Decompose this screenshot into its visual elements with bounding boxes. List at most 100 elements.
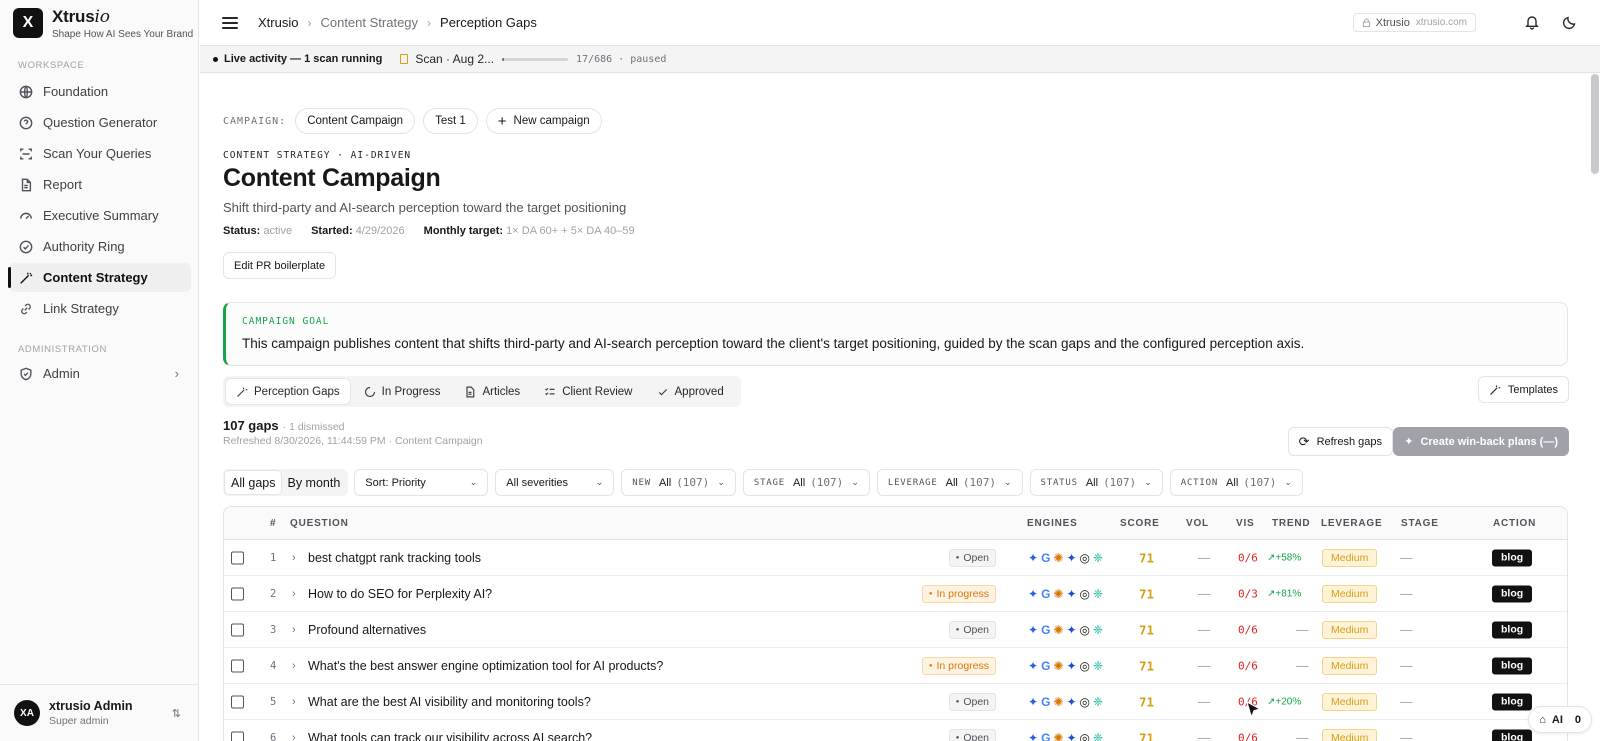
row-action-badge[interactable]: blog [1492, 549, 1533, 566]
gaps-count: 107 gaps · 1 dismissed [223, 418, 345, 433]
row-action-badge[interactable]: blog [1492, 693, 1533, 710]
edit-pr-boilerplate-button[interactable]: Edit PR boilerplate [223, 252, 337, 279]
row-checkbox[interactable] [231, 695, 244, 708]
campaign-pill-content-campaign[interactable]: Content Campaign [295, 108, 416, 134]
tab-articles[interactable]: Articles [454, 379, 530, 404]
sidebar-item-foundation[interactable]: Foundation [9, 77, 191, 106]
sidebar-item-question-generator[interactable]: Question Generator [9, 108, 191, 137]
refresh-gaps-label: Refresh gaps [1316, 435, 1382, 448]
col-header[interactable]: SCORE [1120, 518, 1160, 529]
new-campaign-button[interactable]: + New campaign [485, 108, 602, 134]
claude-icon: ✺ [1053, 622, 1064, 637]
stage-filter-select[interactable]: STAGE All (107) ⌄ [742, 469, 870, 496]
table-row[interactable]: 6 › What tools can track our visibility … [224, 720, 1567, 741]
row-checkbox[interactable] [231, 587, 244, 600]
col-header[interactable]: QUESTION [290, 518, 349, 529]
openai-icon: ◎ [1079, 694, 1091, 709]
menu-icon[interactable] [222, 16, 238, 29]
col-header[interactable]: VIS [1236, 518, 1255, 529]
bot-icon: ⌂ [1539, 713, 1546, 726]
col-header: ENGINES [1027, 518, 1078, 529]
col-header[interactable]: ACTION [1493, 518, 1536, 529]
severity-select[interactable]: All severities ⌄ [495, 469, 615, 496]
col-header[interactable]: STAGE [1401, 518, 1439, 529]
row-action-badge[interactable]: blog [1492, 657, 1533, 674]
row-checkbox[interactable] [231, 659, 244, 672]
row-action-badge[interactable]: blog [1492, 621, 1533, 638]
lock-icon [1362, 18, 1370, 27]
sidebar-item-label: Report [43, 177, 83, 192]
col-header[interactable]: VOL [1186, 518, 1209, 529]
sidebar-item-scan-queries[interactable]: Scan Your Queries [9, 139, 191, 168]
sidebar-item-authority-ring[interactable]: Authority Ring [9, 232, 191, 261]
expand-chevron-icon[interactable]: › [292, 588, 296, 600]
expand-chevron-icon[interactable]: › [292, 696, 296, 708]
table-row[interactable]: 4 › What's the best answer engine optimi… [224, 648, 1567, 684]
campaign-goal-label: CAMPAIGN GOAL [242, 316, 330, 327]
status-filter-select[interactable]: STATUS All (107) ⌄ [1029, 469, 1163, 496]
row-question[interactable]: What's the best answer engine optimizati… [308, 659, 663, 673]
row-checkbox[interactable] [231, 731, 244, 741]
scan-progress[interactable]: Scan · Aug 2... 17/686 · paused [400, 52, 666, 66]
row-action-badge[interactable]: blog [1492, 585, 1533, 602]
sort-select[interactable]: Sort: Priority ⌄ [354, 469, 489, 496]
gaps-refreshed: Refreshed 8/30/2026, 11:44:59 PM · Conte… [223, 435, 483, 447]
tab-client-review[interactable]: Client Review [534, 379, 642, 404]
bell-icon[interactable] [1524, 14, 1540, 30]
breadcrumb-item[interactable]: Xtrusio [258, 15, 298, 30]
new-filter-select[interactable]: NEW All (107) ⌄ [621, 469, 736, 496]
row-question[interactable]: Profound alternatives [308, 623, 426, 637]
col-header[interactable]: TREND [1272, 518, 1310, 529]
row-question[interactable]: How to do SEO for Perplexity AI? [308, 587, 492, 601]
row-visibility: 0/6 [1238, 731, 1258, 741]
expand-chevron-icon[interactable]: › [292, 660, 296, 672]
campaign-pill-test-1[interactable]: Test 1 [423, 108, 478, 134]
row-status-badge: Open [948, 620, 996, 639]
row-checkbox[interactable] [231, 551, 244, 564]
table-row[interactable]: 2 › How to do SEO for Perplexity AI? In … [224, 576, 1567, 612]
create-winback-plans-button[interactable]: ✦ Create win-back plans (—) [1393, 427, 1569, 456]
user-menu[interactable]: XA xtrusio Admin Super admin ⇅ [0, 684, 199, 741]
sidebar-item-content-strategy[interactable]: Content Strategy [8, 263, 191, 292]
google-icon: G [1041, 586, 1051, 601]
table-row[interactable]: 5 › What are the best AI visibility and … [224, 684, 1567, 720]
leverage-filter-select[interactable]: LEVERAGE All (107) ⌄ [876, 469, 1023, 496]
row-question[interactable]: best chatgpt rank tracking tools [308, 551, 481, 565]
sidebar-item-link-strategy[interactable]: Link Strategy [9, 294, 191, 323]
new-campaign-label: New campaign [513, 115, 590, 127]
chevron-down-icon: ⌄ [1284, 477, 1292, 487]
ai-assistant-button[interactable]: ⌂ AI 0 [1528, 706, 1592, 733]
expand-chevron-icon[interactable]: › [292, 732, 296, 741]
col-header[interactable]: LEVERAGE [1321, 518, 1382, 529]
tab-approved[interactable]: Approved [647, 379, 734, 404]
row-question[interactable]: What tools can track our visibility acro… [308, 731, 592, 741]
tab-in-progress[interactable]: In Progress [354, 379, 451, 404]
brand[interactable]: X Xtrusio Shape How AI Sees Your Brand [13, 8, 193, 40]
expand-chevron-icon[interactable]: › [292, 624, 296, 636]
sidebar-item-admin[interactable]: Admin › [9, 359, 191, 388]
expand-chevron-icon[interactable]: › [292, 552, 296, 564]
view-all-gaps[interactable]: All gaps [225, 471, 282, 494]
moon-icon[interactable] [1562, 14, 1578, 30]
row-volume: — [1198, 658, 1211, 673]
row-question[interactable]: What are the best AI visibility and moni… [308, 695, 591, 709]
table-row[interactable]: 1 › best chatgpt rank tracking tools Ope… [224, 540, 1567, 576]
sidebar-item-label: Executive Summary [43, 208, 159, 223]
row-stage: — [1400, 586, 1413, 601]
refresh-gaps-button[interactable]: ⟳ Refresh gaps [1287, 427, 1393, 456]
view-by-month[interactable]: By month [281, 471, 346, 494]
sidebar-item-report[interactable]: Report [9, 170, 191, 199]
tab-perception-gaps[interactable]: Perception Gaps [226, 379, 350, 404]
action-filter-select[interactable]: ACTION All (107) ⌄ [1169, 469, 1303, 496]
perplexity-icon: ❈ [1093, 586, 1104, 601]
domain-selector[interactable]: Xtrusio xtrusio.com [1352, 13, 1476, 32]
table-row[interactable]: 3 › Profound alternatives Open ✦G✺✦◎❈ 71… [224, 612, 1567, 648]
breadcrumb-item[interactable]: Content Strategy [320, 15, 418, 30]
scrollbar[interactable] [1591, 74, 1599, 174]
row-checkbox[interactable] [231, 623, 244, 636]
templates-button[interactable]: Templates [1477, 376, 1569, 403]
openai-icon: ◎ [1079, 586, 1091, 601]
row-score: 71 [1139, 586, 1155, 601]
sidebar-item-executive-summary[interactable]: Executive Summary [9, 201, 191, 230]
row-action-badge[interactable]: blog [1492, 729, 1533, 741]
